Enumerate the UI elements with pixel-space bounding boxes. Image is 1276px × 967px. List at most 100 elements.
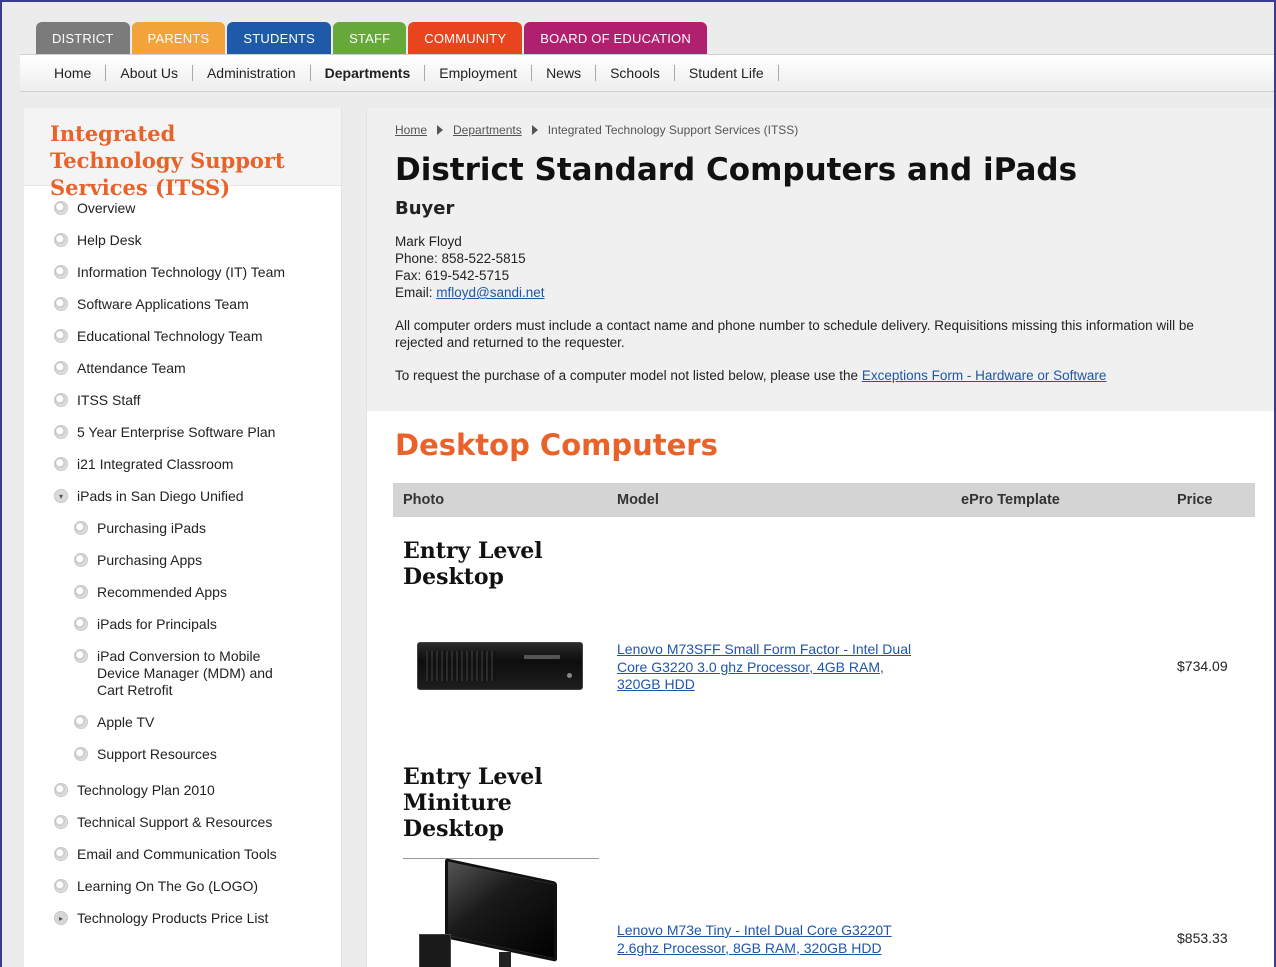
tab-students[interactable]: STUDENTS	[227, 22, 332, 54]
nav-home[interactable]: Home	[38, 65, 107, 81]
circle-bullet-icon	[54, 879, 68, 893]
sidebar-item-price-list[interactable]: ▸ Technology Products Price List	[24, 902, 341, 934]
product-model-link[interactable]: Lenovo M73SFF Small Form Factor - Intel …	[617, 641, 917, 694]
sidebar-item-overview[interactable]: Overview	[24, 192, 341, 224]
desktop-computer-image	[417, 642, 583, 690]
column-price: Price	[1177, 492, 1213, 508]
sidebar-item-label: Purchasing iPads	[97, 520, 206, 536]
breadcrumb-departments[interactable]: Departments	[453, 123, 522, 137]
breadcrumb-arrow-icon	[531, 125, 538, 135]
page-frame: DISTRICT PARENTS STUDENTS STAFF COMMUNIT…	[0, 0, 1276, 967]
sidebar-item-purchasing-ipads[interactable]: Purchasing iPads	[24, 512, 341, 544]
sidebar-item-label: i21 Integrated Classroom	[77, 456, 234, 472]
sidebar-item-ipad-conversion[interactable]: iPad Conversion to Mobile Device Manager…	[24, 640, 341, 706]
sidebar-item-recommended-apps[interactable]: Recommended Apps	[24, 576, 341, 608]
buyer-heading: Buyer	[395, 198, 455, 219]
sidebar-item-logo[interactable]: Learning On The Go (LOGO)	[24, 870, 341, 902]
circle-bullet-icon	[74, 747, 88, 761]
order-notice: All computer orders must include a conta…	[395, 318, 1194, 350]
sidebar-item-software-applications[interactable]: Software Applications Team	[24, 288, 341, 320]
nav-news[interactable]: News	[532, 65, 597, 81]
product-category: Entry Level Miniture Desktop	[403, 764, 543, 842]
section-title-desktop: Desktop Computers	[395, 428, 718, 462]
sidebar-item-label: iPads in San Diego Unified	[77, 488, 244, 504]
product-model-link[interactable]: Lenovo M73e Tiny - Intel Dual Core G3220…	[617, 922, 937, 957]
sidebar-item-label: Learning On The Go (LOGO)	[77, 878, 259, 894]
mini-desktop-image	[419, 858, 559, 967]
email-label: Email:	[395, 285, 433, 300]
nav-schools[interactable]: Schools	[596, 65, 675, 81]
sidebar-item-label: Purchasing Apps	[97, 552, 203, 568]
audience-tabs: DISTRICT PARENTS STUDENTS STAFF COMMUNIT…	[36, 22, 707, 54]
breadcrumb-arrow-icon	[437, 125, 444, 135]
sidebar-item-label: Technical Support & Resources	[77, 814, 273, 830]
sidebar-item-label: Software Applications Team	[77, 296, 249, 312]
sidebar-item-technical-support[interactable]: Technical Support & Resources	[24, 806, 341, 838]
sidebar-item-label: Support Resources	[97, 746, 217, 762]
sidebar-item-help-desk[interactable]: Help Desk	[24, 224, 341, 256]
tab-staff[interactable]: STAFF	[333, 22, 407, 54]
sidebar-item-ipads[interactable]: ▾ iPads in San Diego Unified	[24, 480, 341, 512]
breadcrumb-home[interactable]: Home	[395, 123, 427, 137]
sidebar-item-apple-tv[interactable]: Apple TV	[24, 706, 341, 738]
sidebar-menu: Overview Help Desk Information Technolog…	[24, 186, 341, 934]
nav-employment[interactable]: Employment	[425, 65, 533, 81]
sidebar-item-ipads-principals[interactable]: iPads for Principals	[24, 608, 341, 640]
circle-bullet-icon	[54, 297, 68, 311]
tab-parents[interactable]: PARENTS	[131, 22, 226, 54]
sidebar-item-label: Attendance Team	[77, 360, 186, 376]
column-epro-template: ePro Template	[961, 492, 1060, 508]
sidebar-item-label: Apple TV	[97, 714, 155, 730]
request-text-label: To request the purchase of a computer mo…	[395, 368, 859, 383]
circle-bullet-icon	[74, 585, 88, 599]
nav-student-life[interactable]: Student Life	[675, 65, 779, 81]
circle-bullet-icon	[74, 649, 88, 663]
sidebar-item-label: Overview	[77, 200, 136, 216]
tab-community[interactable]: COMMUNITY	[408, 22, 523, 54]
buyer-email-link[interactable]: mfloyd@sandi.net	[436, 285, 544, 300]
sidebar-item-label: Recommended Apps	[97, 584, 227, 600]
circle-bullet-icon	[54, 783, 68, 797]
product-category: Entry Level Desktop	[403, 538, 543, 590]
page-title: District Standard Computers and iPads	[395, 152, 1078, 188]
tab-district[interactable]: DISTRICT	[36, 22, 130, 54]
expanded-arrow-icon: ▾	[54, 489, 68, 503]
sidebar-item-i21-classroom[interactable]: i21 Integrated Classroom	[24, 448, 341, 480]
sidebar-item-itss-staff[interactable]: ITSS Staff	[24, 384, 341, 416]
circle-bullet-icon	[74, 521, 88, 535]
circle-bullet-icon	[54, 457, 68, 471]
exceptions-form-link[interactable]: Exceptions Form - Hardware or Software	[862, 368, 1107, 383]
sidebar-item-technology-plan[interactable]: Technology Plan 2010	[24, 770, 341, 806]
row-divider	[403, 858, 599, 859]
nav-administration[interactable]: Administration	[193, 65, 311, 81]
sidebar-item-label: Information Technology (IT) Team	[77, 264, 286, 280]
sidebar-item-email-tools[interactable]: Email and Communication Tools	[24, 838, 341, 870]
main-content: Home Departments Integrated Technology S…	[366, 108, 1274, 967]
sidebar-item-support-resources[interactable]: Support Resources	[24, 738, 341, 770]
sidebar-item-label: Help Desk	[77, 232, 142, 248]
buyer-contact: Mark Floyd Phone: 858-522-5815 Fax: 619-…	[395, 233, 1250, 301]
circle-bullet-icon	[54, 201, 68, 215]
circle-bullet-icon	[54, 233, 68, 247]
sidebar-item-it-team[interactable]: Information Technology (IT) Team	[24, 256, 341, 288]
product-row: Entry Level Miniture Desktop Lenovo M73e…	[367, 764, 1267, 967]
tab-board-of-education[interactable]: BOARD OF EDUCATION	[524, 22, 707, 54]
buyer-fax: Fax: 619-542-5715	[395, 268, 510, 283]
nav-about-us[interactable]: About Us	[106, 65, 193, 81]
breadcrumb: Home Departments Integrated Technology S…	[395, 122, 1250, 138]
main-nav: Home About Us Administration Departments…	[20, 54, 1274, 92]
nav-departments[interactable]: Departments	[311, 65, 426, 81]
sidebar-item-attendance[interactable]: Attendance Team	[24, 352, 341, 384]
sidebar-item-label: iPads for Principals	[97, 616, 217, 632]
sidebar-item-label: iPad Conversion to Mobile Device Manager…	[97, 648, 273, 698]
sidebar-item-purchasing-apps[interactable]: Purchasing Apps	[24, 544, 341, 576]
sidebar-item-label: ITSS Staff	[77, 392, 141, 408]
sidebar-item-educational-technology[interactable]: Educational Technology Team	[24, 320, 341, 352]
buyer-email-line: Email: mfloyd@sandi.net	[395, 284, 1250, 301]
product-price: $853.33	[1177, 930, 1228, 946]
sidebar-item-software-plan[interactable]: 5 Year Enterprise Software Plan	[24, 416, 341, 448]
circle-bullet-icon	[54, 265, 68, 279]
sidebar-item-label: Technology Products Price List	[77, 910, 269, 926]
column-model: Model	[617, 492, 659, 508]
breadcrumb-current: Integrated Technology Support Services (…	[547, 123, 799, 137]
